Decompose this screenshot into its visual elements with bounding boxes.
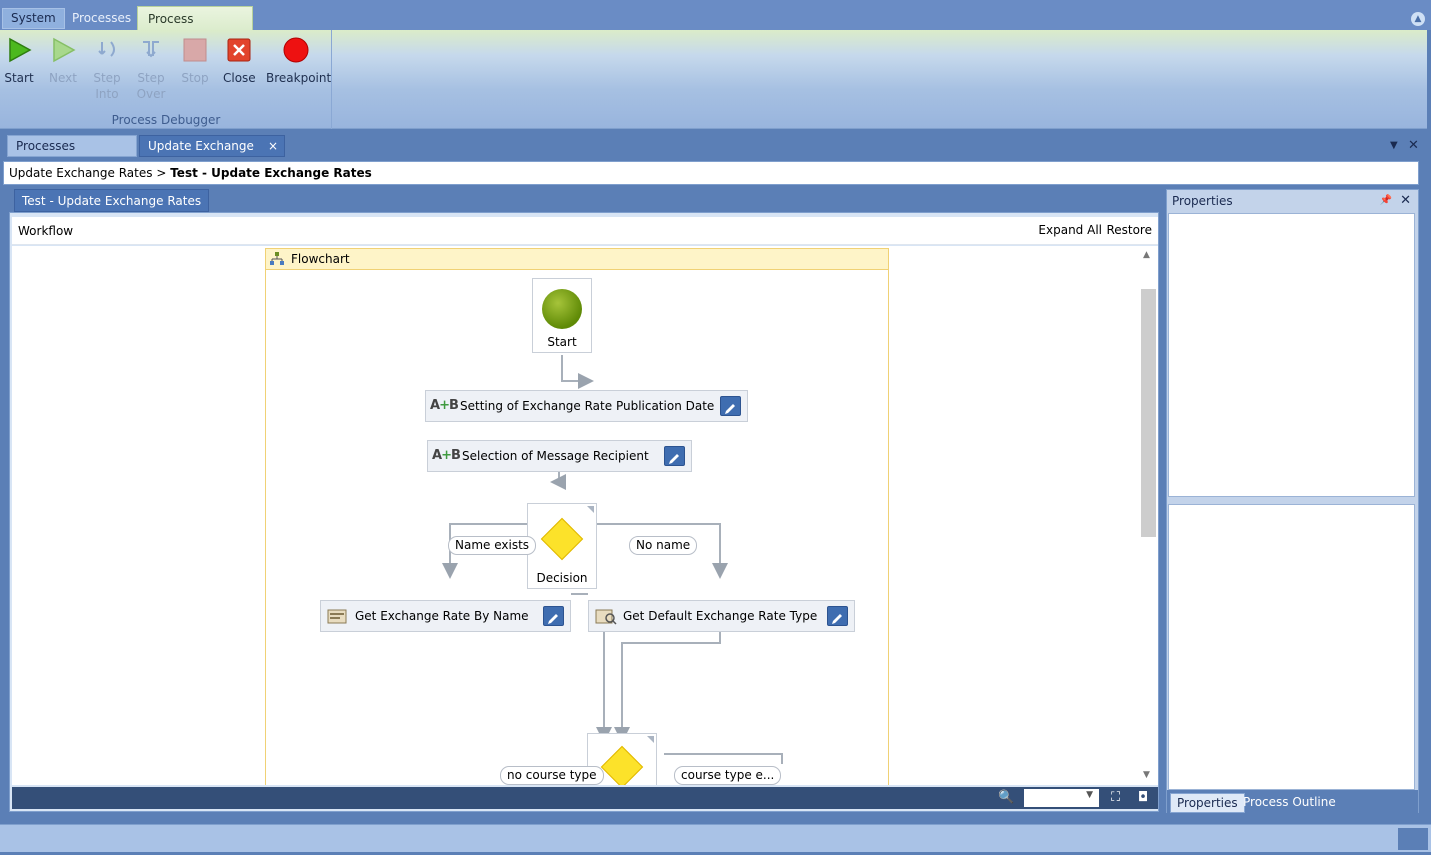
stop-label: Stop (181, 71, 209, 85)
step-into-button[interactable]: Step Into (90, 36, 124, 102)
application-status-bar (0, 824, 1431, 852)
edit-pencil-icon[interactable] (543, 606, 564, 626)
workflow-label: Workflow (18, 224, 74, 238)
properties-panel: Properties 📌 ✕ Properties Process Outlin… (1166, 189, 1419, 814)
tab-process-debugger[interactable]: Process Debugger (137, 6, 253, 51)
breakpoint-icon (283, 37, 309, 63)
step-over-button[interactable]: Step Over (134, 36, 168, 102)
breadcrumb-current: Test - Update Exchange Rates (170, 166, 372, 180)
breadcrumb: Update Exchange Rates > Test - Update Ex… (3, 161, 1419, 185)
next-label: Next (49, 71, 77, 85)
expand-corner-icon (587, 506, 594, 513)
next-button[interactable]: Next (48, 36, 78, 86)
close-button[interactable]: Close (223, 36, 256, 86)
workflow-toolbar: Workflow Expand All Restore (12, 217, 1158, 245)
tab-system[interactable]: System (2, 8, 65, 29)
step-into-icon (98, 41, 115, 57)
fit-to-screen-icon[interactable]: ⛶ (1111, 790, 1120, 805)
vertical-scrollbar[interactable]: ▲ ▼ (1139, 246, 1158, 785)
scroll-thumb[interactable] (1141, 289, 1156, 537)
collapse-ribbon-icon[interactable]: ▲ (1411, 12, 1425, 26)
node-get-by-name-label: Get Exchange Rate By Name (355, 609, 529, 623)
designer-tab[interactable]: Test - Update Exchange Rates (14, 189, 210, 212)
properties-description (1168, 504, 1415, 790)
start-label: Start (4, 71, 34, 85)
designer-status-bar: 🔍 ▼ ⛶ ◘ (12, 787, 1158, 809)
scroll-down-icon[interactable]: ▼ (1143, 770, 1150, 780)
assign-icon: A+B (430, 398, 459, 413)
decision-node[interactable]: Decision (527, 503, 597, 589)
tab-process-outline[interactable]: Process Outline (1237, 793, 1342, 813)
assign-icon: A+B (432, 448, 461, 463)
step-over-label: Step Over (136, 71, 166, 101)
tab-properties[interactable]: Properties (1170, 793, 1245, 813)
close-tab-icon[interactable]: × (268, 136, 278, 157)
close-panel-icon[interactable]: ✕ (1400, 190, 1411, 212)
breadcrumb-separator: > (156, 166, 167, 180)
tab-dropdown-icon[interactable]: ▼ (1390, 140, 1398, 151)
edit-pencil-icon[interactable] (720, 396, 741, 416)
decision-diamond-icon (540, 517, 584, 561)
ribbon-group-label: Process Debugger (111, 113, 221, 127)
decision-diamond-icon (600, 745, 644, 785)
scroll-up-icon[interactable]: ▲ (1143, 250, 1150, 260)
node-get-default-label: Get Default Exchange Rate Type (623, 609, 818, 623)
restore-link[interactable]: Restore (1106, 223, 1152, 237)
start-circle-icon (542, 289, 582, 329)
start-label: Start (547, 335, 577, 349)
node-get-exchange-rate-by-name[interactable]: Get Exchange Rate By Name (320, 600, 571, 632)
workflow-designer: Workflow Expand All Restore Flowchart St… (9, 212, 1159, 812)
doc-tab-update-exchange-rates[interactable]: Update Exchange R... × (139, 135, 285, 174)
branch-course-type[interactable]: course type e... (674, 766, 782, 785)
step-over-icon (143, 41, 159, 58)
stop-icon (183, 38, 207, 62)
document-tab-strip: Processes Update Exchange R... × (0, 130, 1427, 174)
stop-button[interactable]: Stop (180, 36, 210, 86)
close-label: Close (223, 71, 256, 85)
properties-tab-strip: Properties Process Outline (1167, 790, 1418, 814)
step-into-label: Step Into (93, 71, 121, 101)
expand-corner-icon (647, 736, 654, 743)
node-setting-label: Setting of Exchange Rate Publication Dat… (460, 399, 715, 413)
close-icon (227, 38, 251, 62)
overview-map-icon[interactable]: ◘ (1138, 790, 1148, 805)
service-icon (327, 609, 347, 624)
flowchart-container[interactable]: Flowchart Start A+B Setting of Exchange … (265, 248, 889, 785)
play-icon (9, 37, 32, 63)
edit-pencil-icon[interactable] (664, 446, 685, 466)
next-icon (53, 37, 76, 63)
properties-title-bar: Properties 📌 ✕ (1167, 190, 1418, 212)
zoom-select[interactable]: ▼ (1024, 789, 1099, 807)
tab-processes[interactable]: Processes (62, 7, 141, 30)
start-button[interactable]: Start (4, 36, 34, 86)
node-selection-label: Selection of Message Recipient (462, 449, 649, 463)
ribbon: Start Next Step Into Step Over Stop Clos… (0, 30, 1427, 129)
branch-name-exists[interactable]: Name exists (448, 536, 537, 555)
decision-label: Decision (536, 571, 588, 585)
branch-no-course-type[interactable]: no course type (500, 766, 604, 785)
breakpoint-button[interactable]: Breakpoint (266, 36, 331, 86)
workflow-canvas[interactable]: Flowchart Start A+B Setting of Exchange … (12, 246, 1139, 785)
chevron-down-icon: ▼ (1086, 790, 1093, 800)
start-node[interactable]: Start (532, 278, 592, 353)
app-tab-strip: System Processes Process Debugger ▲ (0, 0, 1431, 51)
service-search-icon (595, 609, 617, 625)
pin-icon[interactable]: 📌 (1380, 190, 1392, 212)
properties-title: Properties (1172, 194, 1233, 208)
properties-grid[interactable] (1168, 213, 1415, 497)
breakpoint-label: Breakpoint (266, 71, 332, 85)
breadcrumb-parent[interactable]: Update Exchange Rates (9, 166, 153, 180)
node-selection-message-recipient[interactable]: A+B Selection of Message Recipient (427, 440, 692, 472)
resize-grip-icon[interactable] (1398, 828, 1428, 850)
search-icon[interactable]: 🔍 (998, 790, 1014, 805)
ribbon-group-process-debugger: Start Next Step Into Step Over Stop Clos… (0, 30, 332, 129)
branch-no-name[interactable]: No name (629, 536, 698, 555)
edit-pencil-icon[interactable] (827, 606, 848, 626)
node-setting-publication-date[interactable]: A+B Setting of Exchange Rate Publication… (425, 390, 748, 422)
close-document-icon[interactable]: ✕ (1408, 138, 1419, 153)
expand-all-link[interactable]: Expand All (1038, 223, 1102, 237)
node-get-default-exchange-rate-type[interactable]: Get Default Exchange Rate Type (588, 600, 855, 632)
doc-tab-processes[interactable]: Processes (7, 135, 137, 157)
